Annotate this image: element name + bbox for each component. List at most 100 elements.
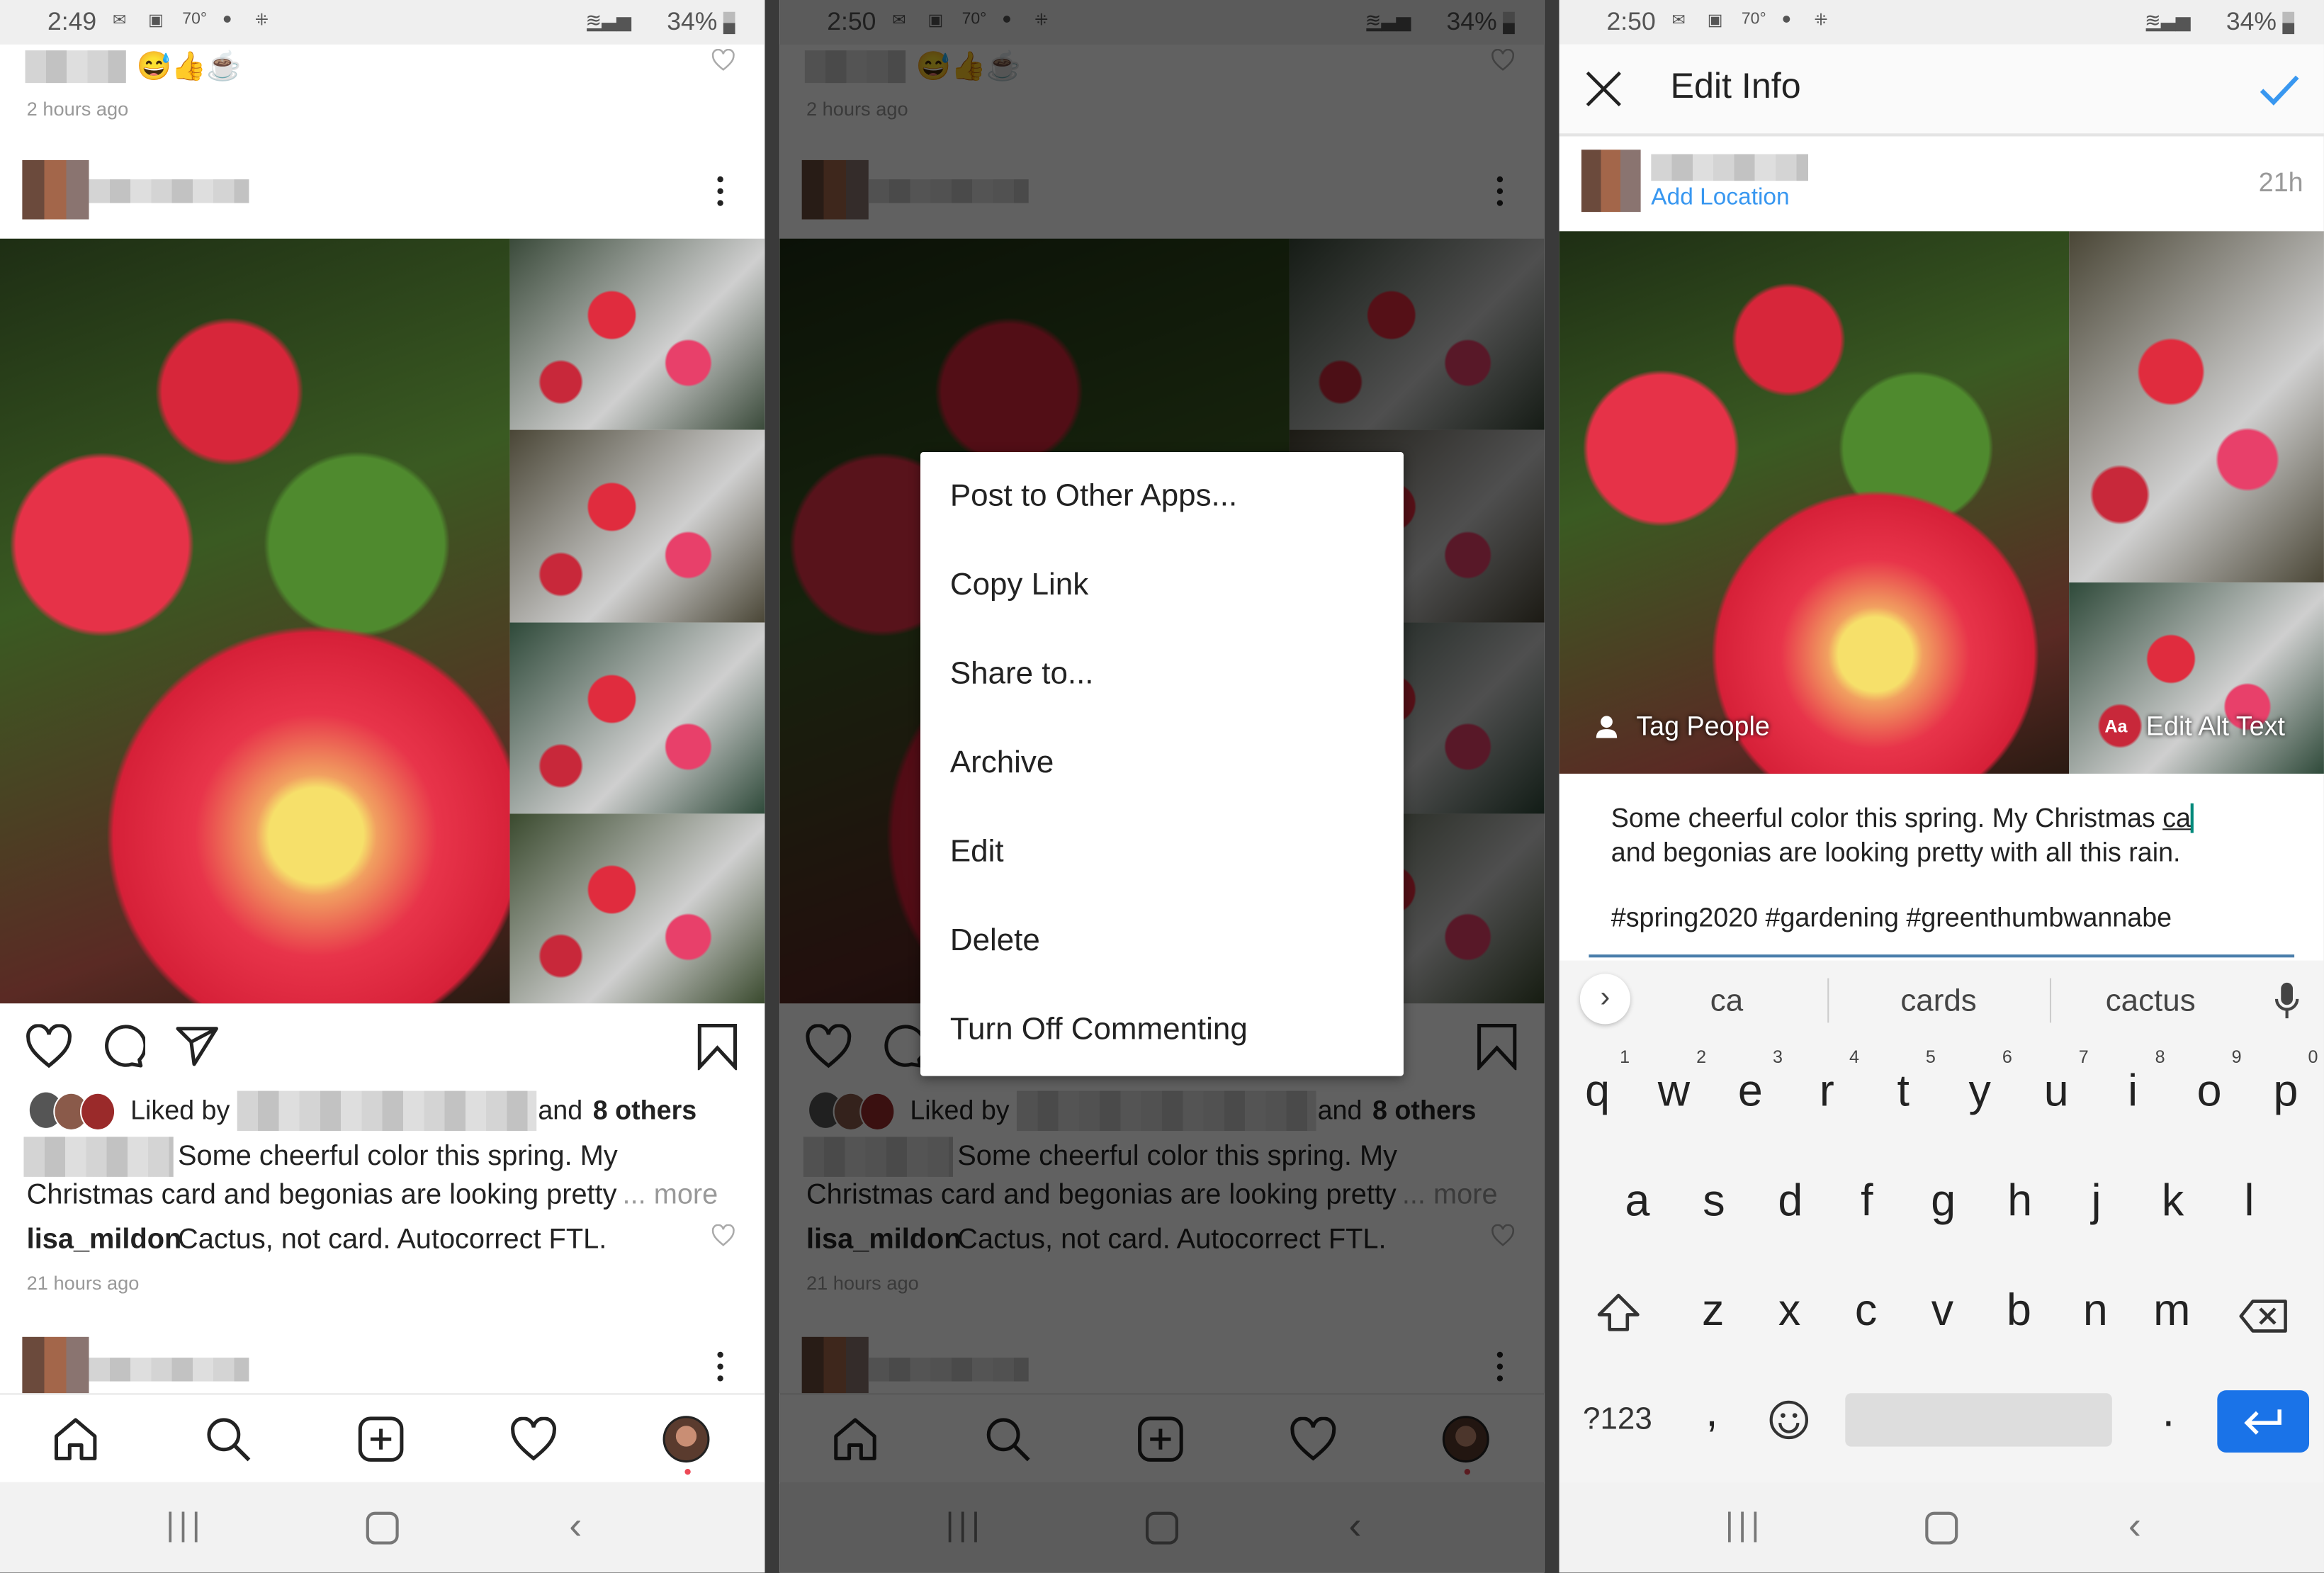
microphone-icon[interactable]: [2274, 981, 2301, 1027]
blurred-caption-author[interactable]: [23, 1137, 174, 1177]
battery-percent: 34%: [667, 7, 718, 36]
key-h[interactable]: h: [1982, 1177, 2058, 1227]
post-photo-cactus-1[interactable]: [509, 238, 765, 430]
key-b[interactable]: b: [1980, 1287, 2057, 1337]
close-icon[interactable]: [1584, 69, 1623, 115]
back-button[interactable]: ‹: [569, 1503, 582, 1549]
add-location-link[interactable]: Add Location: [1651, 185, 1789, 212]
period-key[interactable]: .: [2152, 1387, 2184, 1438]
key-c[interactable]: c: [1828, 1287, 1905, 1337]
comment-icon[interactable]: [101, 1024, 147, 1076]
menu-item-turn-off-commenting[interactable]: Turn Off Commenting: [950, 1013, 1248, 1048]
next-post-avatar[interactable]: [22, 1336, 89, 1394]
caption-line-2: Christmas card and begonias are looking …: [26, 1180, 617, 1212]
post-photo-cactus-3[interactable]: [509, 622, 765, 814]
key-e[interactable]: e3: [1712, 1047, 1788, 1117]
home-icon[interactable]: [52, 1416, 99, 1470]
key-r[interactable]: r4: [1788, 1047, 1865, 1117]
key-w[interactable]: w2: [1635, 1047, 1712, 1117]
suggestion-ca[interactable]: ca: [1667, 984, 1786, 1020]
back-button[interactable]: ‹: [2128, 1503, 2141, 1549]
post-options-button[interactable]: [717, 176, 723, 212]
menu-item-copy-link[interactable]: Copy Link: [950, 568, 1088, 603]
caption-text-line-2: and begonias are looking pretty with all…: [1611, 837, 2181, 867]
person-icon: [1595, 714, 1618, 745]
key-n[interactable]: n: [2057, 1287, 2133, 1337]
suggestion-divider: [2049, 978, 2052, 1023]
activity-heart-icon[interactable]: [510, 1416, 558, 1469]
key-x[interactable]: x: [1752, 1287, 1828, 1337]
comment-username[interactable]: lisa_mildon: [27, 1224, 182, 1257]
menu-item-archive[interactable]: Archive: [950, 745, 1054, 781]
liker-avatars: [29, 1092, 119, 1132]
menu-item-delete[interactable]: Delete: [950, 923, 1040, 959]
profile-avatar[interactable]: [662, 1416, 710, 1470]
post-photo-begonia[interactable]: [0, 238, 510, 1004]
bottom-nav-bar: [0, 1393, 765, 1484]
home-button[interactable]: [366, 1511, 399, 1545]
post-author-avatar[interactable]: [22, 159, 89, 220]
shift-key-icon[interactable]: [1596, 1292, 1641, 1341]
edit-photo-cactus-2[interactable]: [2069, 582, 2324, 774]
key-l[interactable]: l: [2211, 1177, 2288, 1227]
key-y[interactable]: y6: [1941, 1047, 2018, 1117]
bookmark-icon[interactable]: [696, 1022, 738, 1077]
suggestion-expand-button[interactable]: ›: [1579, 974, 1630, 1025]
caption-more-link[interactable]: ... more: [623, 1180, 718, 1212]
emoji-key-icon[interactable]: [1769, 1399, 1810, 1448]
next-post-options-button[interactable]: [717, 1351, 723, 1387]
menu-item-edit[interactable]: Edit: [950, 835, 1004, 870]
feed-screen-2: 2:50 ✉ ▣ 70° ● ⁜ ≋ ▁▃▅ 34% 😅👍☕ 2 hours a…: [779, 0, 1545, 1573]
key-u[interactable]: u7: [2018, 1047, 2094, 1117]
recent-apps-button[interactable]: |||: [166, 1506, 205, 1544]
edit-photo-cactus-1[interactable]: [2069, 231, 2324, 583]
blurred-liker-name[interactable]: [237, 1090, 537, 1132]
post-photo-cactus-4[interactable]: [509, 813, 765, 1004]
caption-text: Some cheerful color this spring. My Chri…: [1611, 803, 2163, 833]
screenshot-root: 2:49 ✉ ▣ 70° ● ⁜ ≋ ▁▃▅ 34% 😅👍☕ 2 hours a…: [0, 0, 2324, 1573]
menu-item-post-to-other-apps[interactable]: Post to Other Apps...: [950, 479, 1237, 514]
key-f[interactable]: f: [1829, 1177, 1905, 1227]
like-comment-heart-icon[interactable]: [711, 48, 735, 79]
battery-icon: [723, 11, 735, 35]
menu-item-share-to[interactable]: Share to...: [950, 657, 1094, 692]
recent-apps-button[interactable]: |||: [1725, 1506, 1764, 1544]
like-icon[interactable]: [26, 1023, 73, 1076]
add-post-icon[interactable]: [357, 1416, 405, 1470]
blurred-next-post-author[interactable]: [89, 1358, 249, 1382]
key-a[interactable]: a: [1599, 1177, 1676, 1227]
others-likes-link[interactable]: 8 others: [593, 1095, 696, 1127]
key-j[interactable]: j: [2058, 1177, 2135, 1227]
gmail-icon: ✉: [112, 11, 127, 30]
caption-input[interactable]: Some cheerful color this spring. My Chri…: [1589, 786, 2295, 958]
fitbit-icon: ⁜: [1814, 11, 1828, 30]
home-button[interactable]: [1925, 1511, 1958, 1545]
backspace-key-icon[interactable]: [2238, 1298, 2289, 1341]
key-d[interactable]: d: [1752, 1177, 1829, 1227]
suggestion-cactus[interactable]: cactus: [2092, 984, 2210, 1020]
like-comment-heart-icon[interactable]: [711, 1224, 735, 1254]
enter-key[interactable]: [2217, 1390, 2310, 1453]
suggestion-cards[interactable]: cards: [1879, 984, 1997, 1020]
search-icon[interactable]: [205, 1416, 252, 1470]
key-k[interactable]: k: [2135, 1177, 2211, 1227]
save-check-icon[interactable]: [2259, 74, 2301, 114]
share-send-icon[interactable]: [175, 1026, 220, 1075]
key-o[interactable]: o9: [2171, 1047, 2247, 1117]
symbols-key[interactable]: ?123: [1583, 1402, 1652, 1438]
key-q[interactable]: q1: [1559, 1047, 1636, 1117]
key-t[interactable]: t5: [1865, 1047, 1941, 1117]
blurred-post-author[interactable]: [89, 179, 249, 203]
key-v[interactable]: v: [1905, 1287, 1981, 1337]
key-m[interactable]: m: [2133, 1287, 2210, 1337]
comma-key[interactable]: ,: [1696, 1387, 1728, 1438]
key-label: p: [2273, 1067, 2298, 1117]
key-p[interactable]: p0: [2247, 1047, 2324, 1117]
post-photo-cactus-2[interactable]: [509, 429, 765, 623]
edit-photo-begonia[interactable]: [1559, 231, 2070, 774]
key-s[interactable]: s: [1676, 1177, 1752, 1227]
key-z[interactable]: z: [1675, 1287, 1752, 1337]
key-i[interactable]: i8: [2094, 1047, 2171, 1117]
key-g[interactable]: g: [1905, 1177, 1982, 1227]
space-bar[interactable]: [1845, 1393, 2112, 1447]
